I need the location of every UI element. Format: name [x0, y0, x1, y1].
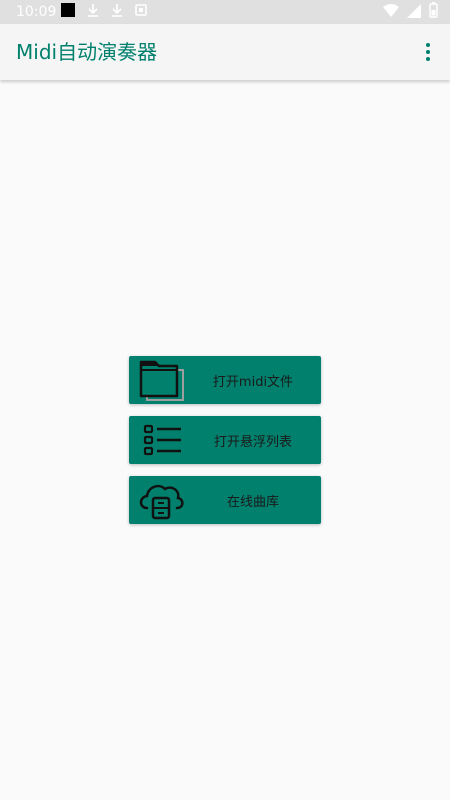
notification-badge-icon	[134, 2, 148, 22]
status-time: 10:09	[16, 4, 57, 20]
online-library-button[interactable]: 在线曲库	[129, 476, 321, 524]
status-right-icons	[383, 2, 438, 22]
open-midi-file-label: 打开midi文件	[212, 374, 294, 390]
download-icon	[86, 2, 100, 22]
more-vert-icon[interactable]	[414, 36, 442, 68]
open-midi-file-button[interactable]: 打开midi文件	[129, 356, 321, 404]
menu-dot	[426, 57, 430, 61]
menu-dot	[426, 43, 430, 47]
menu-dot	[426, 50, 430, 54]
cloud-storage-icon	[137, 478, 185, 522]
open-floating-list-button[interactable]: 打开悬浮列表	[129, 416, 321, 464]
status-bar: 10:09	[0, 0, 450, 24]
app-bar: Midi自动演奏器	[0, 24, 450, 80]
notification-square-icon	[60, 2, 76, 22]
folder-icon	[137, 358, 185, 402]
cell-signal-icon	[407, 3, 421, 22]
wifi-icon	[383, 3, 399, 22]
battery-icon	[429, 2, 438, 22]
open-floating-list-label: 打开悬浮列表	[213, 434, 292, 450]
download-icon	[110, 2, 124, 22]
online-library-label: 在线曲库	[226, 494, 279, 510]
list-icon	[137, 418, 185, 462]
app-title: Midi自动演奏器	[16, 40, 158, 64]
status-left-icons	[60, 2, 148, 22]
